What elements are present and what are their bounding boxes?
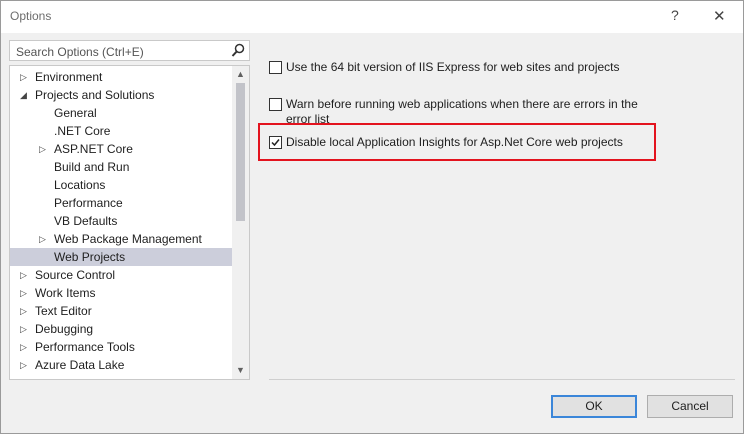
tree-item-label: Environment [35,70,103,84]
tree-item-label: Web Projects [54,250,126,264]
options-dialog: Options ? ✕ ▷ Environment ◢ Projects and So… [0,0,744,434]
search-input[interactable] [14,43,228,60]
collapsed-arrow-icon[interactable]: ▷ [39,230,49,248]
tree-item-label: ASP.NET Core [54,142,133,156]
tree-item[interactable]: Locations [10,176,232,194]
scroll-up-arrow-icon[interactable]: ▲ [232,66,249,83]
tree-item[interactable]: ▷ Debugging [10,320,232,338]
expanded-arrow-icon[interactable]: ◢ [20,86,30,104]
tree-item-label: Work Items [35,286,96,300]
close-button[interactable]: ✕ [713,7,726,25]
tree-item-label: Web Package Management [54,232,202,246]
tree-item-label: Build and Run [54,160,130,174]
tree-item-label: Source Control [35,268,116,282]
tree-item[interactable]: ◢ Projects and Solutions [10,86,232,104]
tree-item[interactable]: ▷ Source Control [10,266,232,284]
scroll-down-arrow-icon[interactable]: ▼ [232,362,249,379]
tree-item[interactable]: ▷ Text Editor [10,302,232,320]
tree-item[interactable]: ▷ ASP.NET Core [10,140,232,158]
tree-item-label: .NET Core [54,124,111,138]
collapsed-arrow-icon[interactable]: ▷ [20,356,30,374]
tree-item-label: Azure Data Lake [35,358,125,372]
cancel-button[interactable]: Cancel [647,395,733,418]
ok-button[interactable]: OK [551,395,637,418]
checkbox-warn-before-running[interactable] [269,98,282,111]
tree-item-label: Text Editor [35,304,92,318]
tree-item-label: General [54,106,97,120]
tree-item-label: Performance Tools [35,340,135,354]
tree-scrollbar[interactable]: ▲ ▼ [232,66,249,379]
collapsed-arrow-icon[interactable]: ▷ [20,266,30,284]
tree-item[interactable]: ▷ Environment [10,68,232,86]
help-button[interactable]: ? [671,7,679,23]
tree-item[interactable]: Performance [10,194,232,212]
search-icon[interactable] [230,42,246,59]
title-bar: Options ? ✕ [1,1,743,33]
tree-item[interactable]: Web Projects [10,248,232,266]
search-box [9,40,250,61]
tree-item[interactable]: ▷ Performance Tools [10,338,232,356]
collapsed-arrow-icon[interactable]: ▷ [20,302,30,320]
highlight-box [258,123,656,161]
options-tree: ▷ Environment ◢ Projects and Solutions Gener… [9,65,250,380]
divider [269,379,735,380]
tree-item[interactable]: Build and Run [10,158,232,176]
tree-item[interactable]: ▷ Work Items [10,284,232,302]
tree-item-label: Performance [54,196,123,210]
collapsed-arrow-icon[interactable]: ▷ [20,320,30,338]
window-title: Options [10,9,52,23]
collapsed-arrow-icon[interactable]: ▷ [20,338,30,356]
tree-item[interactable]: .NET Core [10,122,232,140]
collapsed-arrow-icon[interactable]: ▷ [20,68,30,86]
collapsed-arrow-icon[interactable]: ▷ [39,140,49,158]
tree-item[interactable]: VB Defaults [10,212,232,230]
tree-item[interactable]: ▷ Web Package Management [10,230,232,248]
tree-item-label: Projects and Solutions [35,88,155,102]
checkbox-64bit-iis-express[interactable] [269,61,282,74]
tree-item-label: Debugging [35,322,94,336]
tree-item[interactable]: General [10,104,232,122]
tree-item-label: Locations [54,178,106,192]
scrollbar-thumb[interactable] [236,83,245,221]
tree-item[interactable]: ▷ Azure Data Lake [10,356,232,374]
option-label: Use the 64 bit version of IIS Express fo… [286,60,620,74]
collapsed-arrow-icon[interactable]: ▷ [20,284,30,302]
tree-item-label: VB Defaults [54,214,118,228]
